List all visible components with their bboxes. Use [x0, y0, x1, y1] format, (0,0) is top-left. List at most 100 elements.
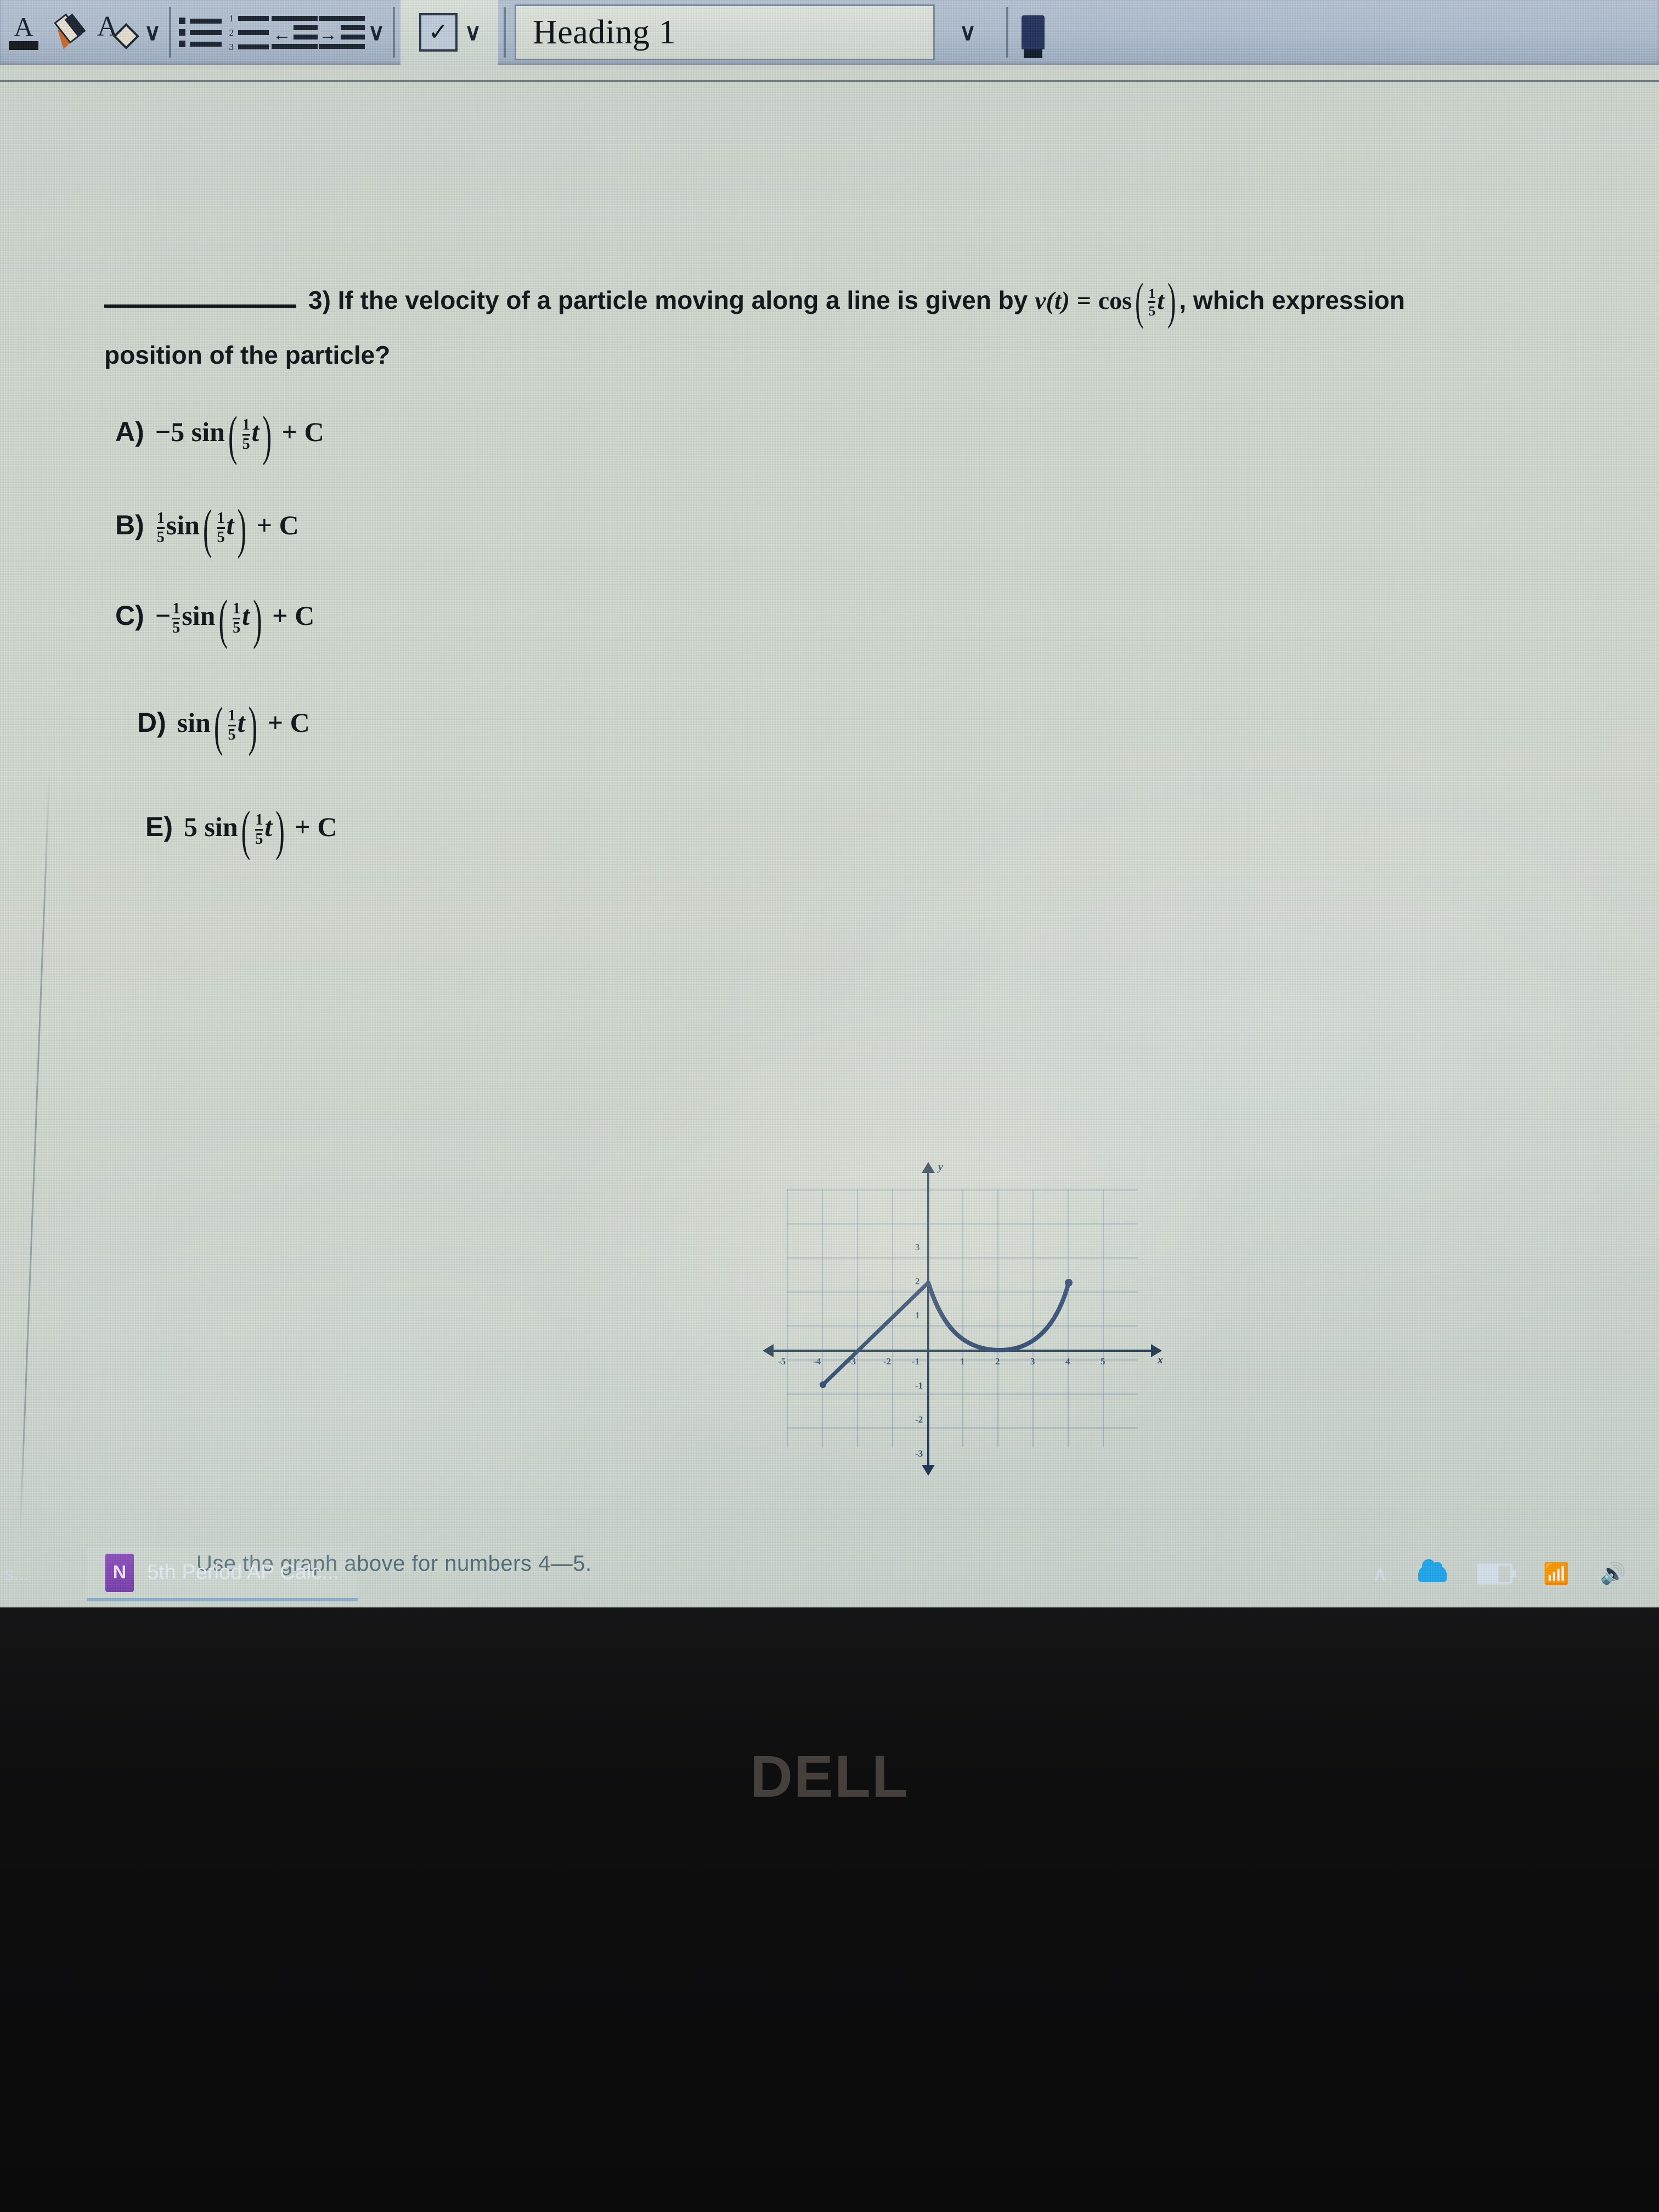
choice-c-tail: + C [272, 600, 315, 631]
clear-formatting-button[interactable]: A [94, 7, 142, 58]
y-axis-up-arrow-icon [922, 1162, 935, 1173]
bulleted-list-button[interactable] [177, 7, 224, 58]
increase-indent-icon: → [319, 13, 365, 52]
fraction-numerator: 1 [242, 416, 250, 434]
close-paren: ) [253, 588, 262, 650]
numbered-list-digit-1: 1 [229, 13, 234, 24]
question-line-1: 3) If the velocity of a particle moving … [104, 273, 1629, 329]
checkmark-icon: ✓ [419, 13, 458, 52]
choice-b-operator: sin [166, 510, 200, 540]
choice-c-argument-fraction: 15 [233, 600, 241, 636]
wifi-icon[interactable]: 📶 [1543, 1564, 1569, 1584]
battery-icon[interactable] [1477, 1564, 1516, 1584]
volume-icon[interactable]: 🔊 [1600, 1564, 1626, 1584]
y-axis-label: y [938, 1161, 943, 1173]
fraction-denominator: 5 [1148, 301, 1156, 318]
graph-line-segment [821, 1280, 930, 1387]
numbered-list-digit-2: 2 [229, 27, 234, 38]
open-paren: ( [213, 695, 223, 757]
question-argument-var: t [1157, 286, 1165, 314]
choice-e-argument-fraction: 15 [255, 812, 263, 847]
checkbox-dropdown-caret-icon[interactable]: ∨ [462, 7, 484, 58]
font-color-letter: A [13, 12, 34, 42]
increase-indent-button[interactable]: → [318, 7, 365, 58]
ribbon-divider [393, 7, 395, 58]
fraction-denominator: 5 [156, 527, 165, 545]
fraction-denominator: 5 [233, 618, 241, 636]
choice-b-coefficient-fraction: 15 [156, 511, 165, 545]
choice-a[interactable]: A) −5 sin(1 5 t) + C [115, 404, 324, 466]
decrease-indent-button[interactable]: ← [271, 7, 318, 58]
taskbar-item-onenote[interactable]: N 5th Period AP Calc... [87, 1547, 358, 1601]
ribbon-font-group: A A ∨ [0, 0, 163, 65]
windows-taskbar: s... N 5th Period AP Calc... ∧ 📶 🔊 [0, 1542, 1659, 1606]
numbered-list-button[interactable]: 1 2 3 [224, 7, 271, 58]
ribbon-divider [504, 7, 506, 58]
open-paren: ( [1135, 273, 1144, 329]
choice-c[interactable]: C) −1 5 sin(1 5 t) + C [115, 588, 315, 650]
choice-a-operator: sin [191, 416, 225, 447]
bulleted-list-icon [179, 18, 222, 47]
choice-c-sign: − [155, 600, 171, 631]
laptop-screen-photo: A A ∨ 1 2 3 ← → ∨ ✓ ∨ Heading 1 ∨ 3) If … [0, 0, 1659, 2212]
word-ribbon-toolbar: A A ∨ 1 2 3 ← → ∨ ✓ ∨ Heading 1 ∨ [0, 0, 1659, 65]
fraction-numerator: 1 [217, 510, 225, 527]
choice-b[interactable]: B) 1 5 sin(1 5 t) + C [115, 498, 299, 559]
ribbon-checkbox-group: ✓ ∨ [400, 0, 498, 65]
choice-c-label: C) [115, 600, 144, 631]
page-top-edge [0, 80, 1659, 82]
font-dropdown-caret-icon[interactable]: ∨ [142, 7, 163, 58]
question-argument-fraction: 15 [1148, 285, 1156, 319]
y-axis-down-arrow-icon [922, 1465, 935, 1476]
open-paren: ( [228, 404, 238, 466]
numbered-list-icon: 1 2 3 [226, 14, 269, 52]
ribbon-divider [1006, 7, 1008, 58]
fraction-numerator: 1 [1148, 285, 1156, 301]
choice-c-coefficient-fraction: 15 [172, 601, 180, 636]
fraction-denominator: 5 [255, 829, 263, 847]
choice-e-tail: + C [295, 811, 337, 842]
font-color-icon: A [9, 12, 38, 50]
choice-e-coefficient: 5 [184, 811, 198, 842]
open-paren: ( [218, 588, 228, 650]
checkbox-control-button[interactable]: ✓ [415, 7, 462, 58]
choice-c-operator: sin [182, 600, 216, 631]
font-color-button[interactable]: A [0, 7, 47, 58]
choice-e[interactable]: E) 5 sin(1 5 t) + C [145, 799, 337, 861]
show-hidden-icons-chevron-icon[interactable]: ∧ [1373, 1564, 1388, 1584]
choice-d-argument-fraction: 15 [228, 708, 236, 743]
style-gallery-box[interactable]: Heading 1 [515, 4, 935, 60]
text-highlight-marker-icon [52, 13, 90, 52]
choice-d-tail: + C [267, 707, 310, 738]
question-function: v(t) [1035, 286, 1070, 314]
paragraph-dropdown-caret-icon[interactable]: ∨ [365, 7, 387, 58]
choice-a-coefficient: −5 [155, 416, 185, 447]
taskbar-overflow-label[interactable]: s... [0, 1564, 87, 1585]
choice-b-tail: + C [256, 510, 299, 540]
choice-d[interactable]: D) sin(1 5 t) + C [137, 695, 310, 757]
choice-e-operator: sin [204, 811, 238, 842]
fraction-numerator: 1 [172, 600, 180, 618]
function-graph: y x -5 -4 -3 -2 -1 1 2 3 4 5 3 2 1 -1 -2… [763, 1161, 1163, 1476]
answer-blank[interactable] [104, 304, 296, 308]
y-tick-label: -3 [915, 1448, 923, 1459]
open-paren: ( [202, 497, 212, 559]
choice-d-argument-var: t [237, 707, 245, 738]
onedrive-cloud-icon[interactable] [1418, 1559, 1447, 1582]
current-style-label: Heading 1 [533, 13, 676, 51]
x-axis-label: x [1158, 1354, 1163, 1366]
fraction-denominator: 5 [228, 725, 236, 743]
fraction-denominator: 5 [217, 527, 225, 545]
fraction-denominator: 5 [242, 434, 250, 452]
question-text-after: , which expression [1179, 286, 1405, 314]
close-paren: ) [248, 695, 258, 757]
fraction-numerator: 1 [233, 600, 241, 618]
ink-pen-button[interactable] [1014, 7, 1052, 58]
styles-dropdown-caret-icon[interactable]: ∨ [957, 7, 979, 58]
text-highlight-button[interactable] [47, 7, 94, 58]
laptop-screen: A A ∨ 1 2 3 ← → ∨ ✓ ∨ Heading 1 ∨ 3) If … [0, 0, 1659, 1607]
laptop-bezel: DELL [0, 1607, 1659, 2212]
graph-curve-arc [926, 1280, 1071, 1353]
choice-b-label: B) [115, 510, 144, 540]
graph-curve-right-endpoint [1065, 1279, 1073, 1286]
